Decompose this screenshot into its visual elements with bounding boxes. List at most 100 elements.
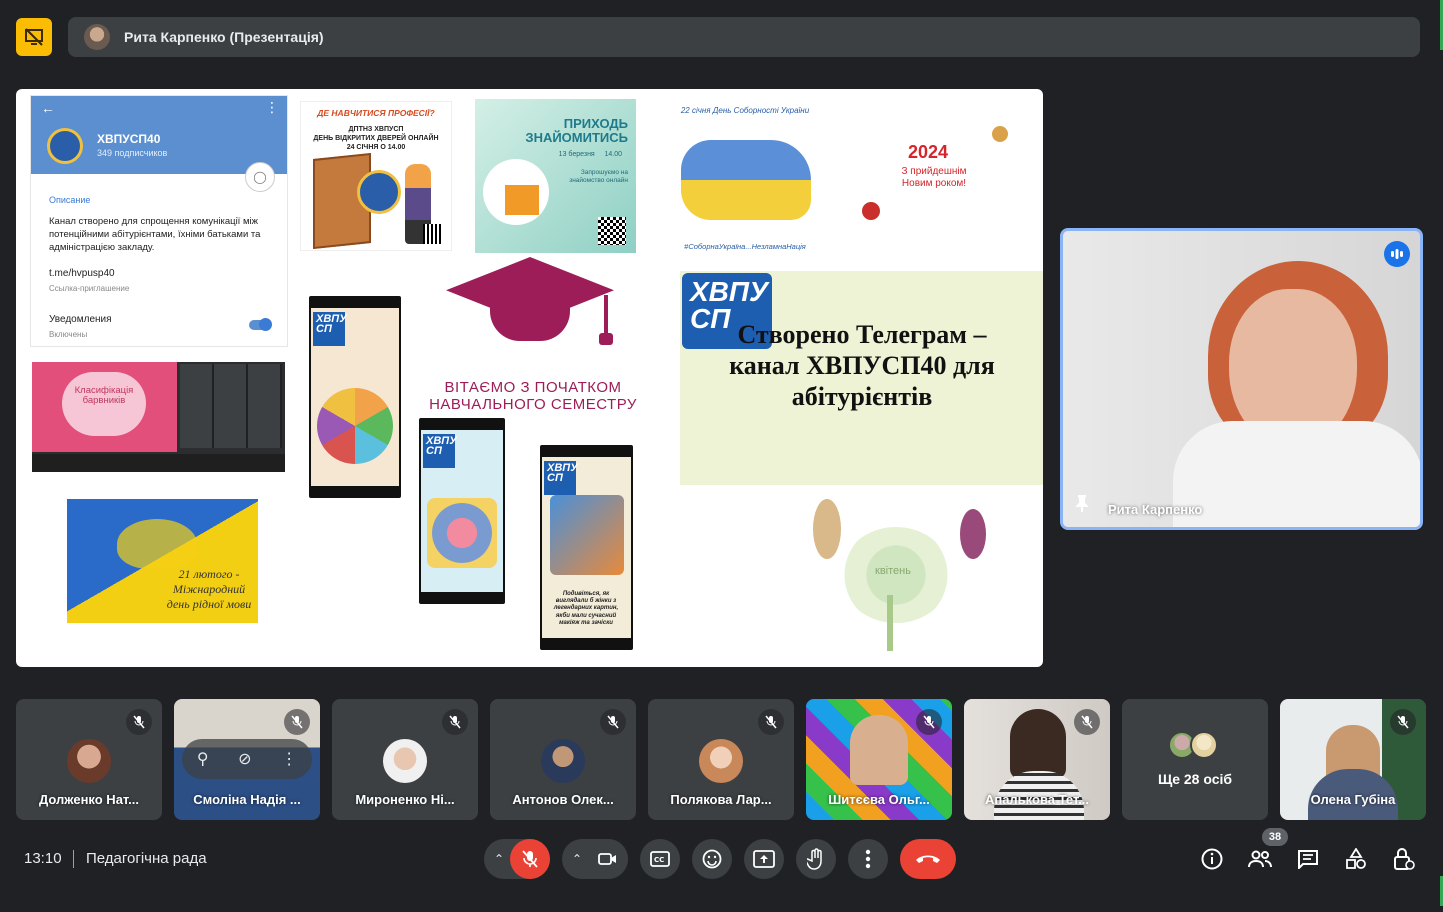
mute-participant-icon[interactable]: ⊘ [238, 749, 251, 769]
ornament [992, 126, 1008, 142]
participant-tile[interactable]: Апалькова Тет... [964, 699, 1110, 820]
channel-link-sub: Ссылка-приглашение [49, 284, 130, 294]
avatar [67, 739, 111, 783]
divider [73, 850, 74, 868]
pin-icon[interactable] [1075, 494, 1089, 517]
meet-poster: ПРИХОДЬ ЗНАЙОМИТИСЬ 13 березня 14.00 Запр… [475, 99, 636, 253]
call-end-icon [916, 855, 940, 863]
meeting-name: Педагогічна рада [86, 850, 207, 867]
more-vert-icon [865, 849, 871, 869]
participant-tile[interactable]: Шитєєва Ольг... [806, 699, 952, 820]
open-day-poster: ДЕ НАВЧИТИСЯ ПРОФЕСІЇ? ДПТНЗ ХВПУСП ДЕНЬ… [300, 101, 452, 251]
new-year-greeting: З прийдешнім Новим роком! [901, 166, 967, 189]
classification-title: Класифікація барвників [62, 372, 146, 436]
present-now-button[interactable] [744, 839, 784, 879]
people-button[interactable] [1247, 846, 1273, 872]
raise-hand-button[interactable] [796, 839, 836, 879]
participant-tile[interactable]: ⚲ ⊘ ⋮ Смоліна Надія ... [174, 699, 320, 820]
poster-line2: ДЕНЬ ВІДКРИТИХ ДВЕРЕЙ ОНЛАЙН [313, 135, 439, 142]
videocam-icon [598, 853, 616, 865]
participant-name: Долженко Нат... [39, 792, 139, 807]
more-vert-icon[interactable]: ⋮ [281, 749, 297, 769]
speaker-name: Рита Карпенко [1108, 502, 1203, 517]
phone3-caption: Подивіться, як виглядали б жінки з леген… [553, 591, 619, 626]
gift-illustration [505, 185, 539, 215]
description-header: Описание [49, 195, 91, 205]
poster-line1: ДПТНЗ ХВПУСП [348, 126, 404, 133]
camera-toggle-button[interactable] [588, 839, 628, 879]
more-participants-tile[interactable]: Ще 28 осіб [1122, 699, 1268, 820]
participant-tile[interactable]: Долженко Нат... [16, 699, 162, 820]
new-year: 2024 [908, 142, 949, 162]
presenter-avatar [84, 24, 110, 50]
cap-tassel [599, 295, 613, 345]
mic-off-icon [442, 709, 468, 735]
channel-name: ХВПУСП40 [97, 132, 161, 146]
presenter-bar[interactable]: Рита Карпенко (Презентація) [68, 17, 1420, 57]
meeting-details-button[interactable] [1199, 846, 1225, 872]
closed-captions-icon: CC [650, 851, 670, 867]
qr-code [598, 217, 626, 245]
mic-off-icon [916, 709, 942, 735]
speaker-tile[interactable]: Рита Карпенко [1060, 228, 1423, 530]
avatar [383, 739, 427, 783]
more-participants-label: Ще 28 осіб [1157, 771, 1233, 787]
leave-call-button[interactable] [900, 839, 956, 879]
unity-title: 22 січня День Соборності України [680, 106, 810, 115]
poster-line3: 24 СІЧНЯ О 14.00 [346, 144, 406, 151]
phone-screenshot-1: ХВПУ СП [309, 296, 401, 498]
participant-name: Апалькова Тет... [984, 792, 1090, 807]
activities-button[interactable] [1343, 846, 1369, 872]
cap-top [446, 257, 614, 324]
meeting-time: 13:10 [24, 850, 62, 867]
participant-tile[interactable]: Мироненко Ні... [332, 699, 478, 820]
chat-button[interactable] [1295, 846, 1321, 872]
new-year-card: 2024 З прийдешнім Новим роком! [848, 116, 1029, 236]
speaking-indicator-icon [1384, 241, 1410, 267]
channel-subscribers: 349 подписчиков [97, 148, 168, 158]
chat-bubble-icon: ◯ [245, 162, 275, 192]
mic-off-icon [126, 709, 152, 735]
shapes-icon [1346, 848, 1366, 869]
more-options-button[interactable] [848, 839, 888, 879]
unity-day-poster: 22 січня День Соборності України #Соборн… [665, 100, 825, 257]
participant-name: Смоліна Надія ... [193, 792, 301, 807]
avatar [541, 739, 585, 783]
chevron-up-icon[interactable]: ⌃ [488, 852, 510, 866]
participant-name: Антонов Олек... [512, 792, 614, 807]
poster-heading: ДЕ НАВЧИТИСЯ ПРОФЕСІЇ? [317, 108, 435, 118]
notifications-label: Уведомления [49, 313, 112, 325]
participant-name: Олена Губіна [1310, 792, 1396, 807]
telegram-channel-card: ← ⋮ ХВПУСП40 349 подписчиков ◯ Описание … [30, 95, 288, 347]
chevron-up-icon[interactable]: ⌃ [566, 852, 588, 866]
taskbar-thumbnail [32, 454, 285, 472]
mic-off-icon [1390, 709, 1416, 735]
mic-off-icon [1074, 709, 1100, 735]
meet-title-1: ПРИХОДЬ [563, 116, 628, 131]
phone-logo: ХВПУ СП [544, 461, 578, 495]
tile-hover-controls[interactable]: ⚲ ⊘ ⋮ [182, 739, 312, 779]
presentation-icon[interactable] [16, 18, 52, 56]
lock-person-icon [1394, 848, 1415, 870]
qr-code [423, 224, 443, 244]
meet-date: 13 березня [558, 151, 595, 158]
participant-person [1010, 709, 1066, 779]
captions-button[interactable]: CC [640, 839, 680, 879]
wheel-illustration [317, 388, 393, 464]
mic-off-icon [284, 709, 310, 735]
participant-name: Шитєєва Ольг... [828, 792, 930, 807]
pin-icon[interactable]: ⚲ [197, 749, 209, 769]
phone-logo: ХВПУ СП [423, 434, 457, 468]
mic-toggle-button[interactable] [510, 839, 550, 879]
meet-title-2: ЗНАЙОМИТИСЬ [525, 130, 628, 146]
host-controls-button[interactable] [1391, 846, 1417, 872]
greeting-line1: ВІТАЄМО З ПОЧАТКОМ [444, 379, 622, 396]
reactions-button[interactable] [692, 839, 732, 879]
participant-tile[interactable]: Полякова Лар... [648, 699, 794, 820]
channel-logo [47, 128, 83, 164]
phone-screenshot-2: ХВПУ СП [419, 418, 505, 604]
participant-tile[interactable]: Олена Губіна [1280, 699, 1426, 820]
participant-tile[interactable]: Антонов Олек... [490, 699, 636, 820]
description-text: Канал створено для спрощення комунікації… [49, 216, 261, 253]
notifications-toggle [249, 318, 272, 331]
